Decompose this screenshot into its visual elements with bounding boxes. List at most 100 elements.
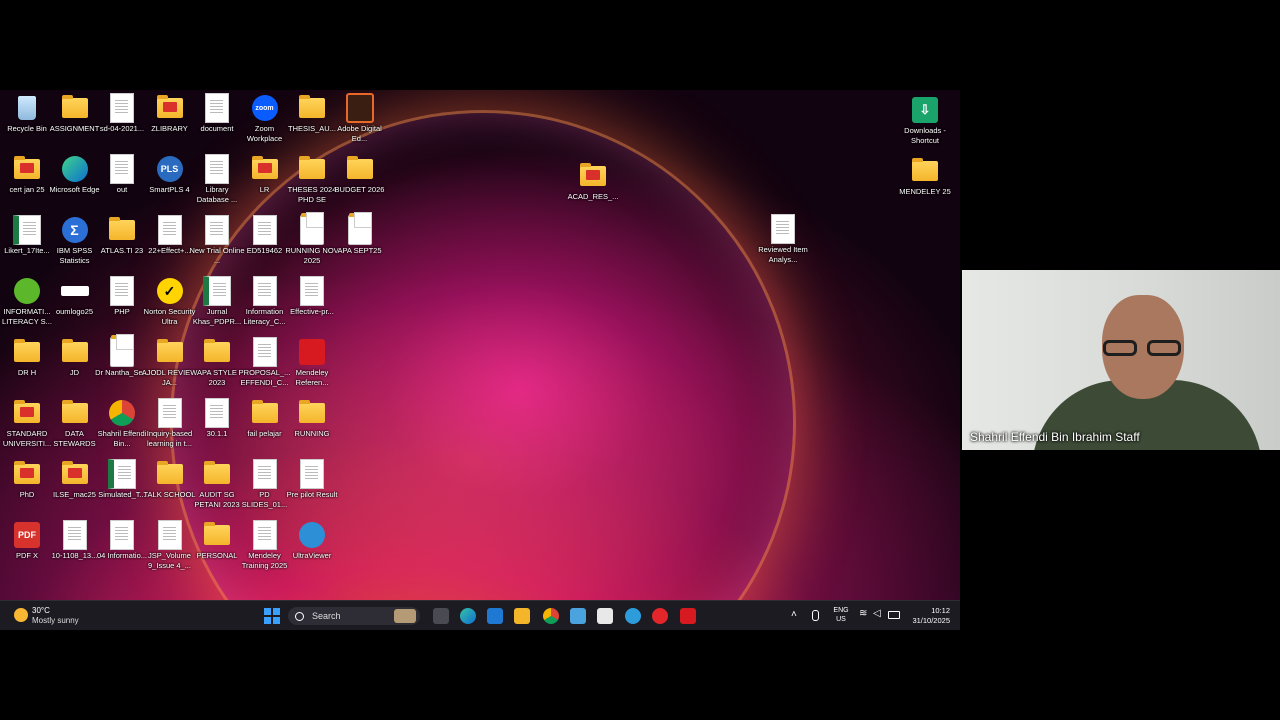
search-highlight-icon — [394, 609, 416, 623]
desktop-icon-label: UltraViewer — [292, 551, 332, 560]
desktop-icon[interactable]: ZLIBRARY — [143, 94, 197, 152]
desktop-icon[interactable]: Pre pilot Result — [285, 459, 339, 518]
red-app-icon[interactable] — [652, 608, 668, 624]
document-icon — [252, 215, 277, 245]
desktop-icon[interactable]: MENDELEY 25 — [898, 157, 952, 215]
desktop-icon[interactable]: Information Literacy_C... — [238, 276, 292, 335]
desktop-icon[interactable]: Mendeley Referen... — [285, 338, 339, 396]
edge-icon — [61, 156, 88, 182]
document-icon — [205, 93, 229, 123]
participant-video[interactable]: Shahril Effendi Bin Ibrahim Staff — [962, 270, 1280, 450]
desktop-icon[interactable]: PD SLIDES_01... — [238, 459, 292, 518]
folder-icon — [204, 339, 230, 362]
taskbar-search[interactable]: Search — [288, 607, 420, 625]
desktop-icon[interactable]: Mendeley Training 2025 — [238, 520, 292, 579]
folder-icon — [61, 95, 88, 118]
desktop-icon[interactable]: ⇩ Downloads - Shortcut — [898, 96, 952, 154]
desktop-icon[interactable]: APA SEPT25 — [333, 212, 387, 274]
desktop-icon[interactable]: Σ IBM SPSS Statistics — [48, 216, 102, 274]
icon-glyph — [203, 93, 231, 123]
desktop-icon[interactable]: ASSIGNMENT — [48, 94, 102, 152]
desktop-icon[interactable]: cert jan 25 — [0, 155, 54, 213]
desktop-icon[interactable]: PhD — [0, 460, 54, 518]
icon-glyph — [251, 215, 279, 245]
desktop-icon[interactable]: RUNNING NOV 2025 — [285, 212, 339, 274]
desktop-icon-label: Adobe Digital Ed... — [337, 124, 382, 143]
chrome-icon[interactable] — [543, 608, 559, 624]
icon-glyph — [61, 94, 89, 122]
microphone-icon[interactable] — [812, 610, 819, 621]
store-icon[interactable] — [487, 608, 503, 624]
document-icon — [205, 154, 229, 184]
desktop-icon[interactable]: BUDGET 2026 — [333, 155, 387, 213]
windows-icon — [264, 608, 280, 624]
desktop-icon[interactable]: INFORMATI... LITERACY S... — [0, 277, 54, 335]
ultraviewer-taskbar-icon[interactable] — [625, 608, 641, 624]
desktop-icon[interactable]: Recycle Bin — [0, 94, 54, 152]
document-icon — [157, 520, 182, 550]
folder-icon — [14, 339, 40, 362]
desktop-icon[interactable]: JD — [48, 338, 102, 396]
icon-glyph: PLS — [156, 155, 184, 183]
icon-glyph — [13, 155, 41, 183]
folder-icon — [912, 158, 938, 181]
weather-widget[interactable]: 30°C Mostly sunny — [12, 605, 92, 627]
calculator-icon[interactable] — [597, 608, 613, 624]
desktop-icon[interactable]: JSP_Volume 9_Issue 4_... — [143, 520, 197, 579]
desktop-icon[interactable]: sd-04-2021... — [95, 93, 149, 152]
language-indicator[interactable]: ENG US — [830, 606, 852, 624]
desktop-icon[interactable]: 30.1.1 — [190, 398, 244, 457]
icon-glyph — [108, 216, 136, 244]
desktop-icon-label: ACAD_RES_... — [567, 192, 619, 201]
search-icon — [295, 611, 304, 621]
icon-glyph — [298, 155, 326, 183]
file-explorer-icon[interactable] — [514, 608, 530, 624]
icon-glyph — [345, 93, 374, 123]
desktop-icon[interactable]: ILSE_mac25 — [48, 460, 102, 518]
desktop-icon[interactable]: ACAD_RES_... — [566, 162, 620, 220]
desktop-icon[interactable]: oumlogo25 — [48, 277, 102, 335]
icon-glyph — [61, 520, 89, 550]
desktop-icon[interactable]: fail pelajar — [238, 399, 292, 457]
desktop-icon[interactable]: Library Database ... — [190, 154, 244, 213]
desktop-icon[interactable]: zoom Zoom Workplace — [238, 94, 292, 152]
edge-icon[interactable] — [460, 608, 476, 624]
wifi-icon[interactable]: ≋ — [859, 608, 867, 619]
desktop-icon[interactable]: ATLAS.TI 23 — [95, 216, 149, 274]
document-icon — [300, 459, 324, 489]
chevron-up-icon[interactable]: ˄ — [791, 609, 797, 620]
desktop-icon[interactable]: Simulated_T... — [95, 459, 149, 518]
folder-icon — [156, 339, 183, 362]
desktop-icon-label: APA SEPT25 — [337, 246, 382, 255]
icon-glyph — [13, 338, 41, 366]
notepad-icon[interactable] — [570, 608, 586, 624]
desktop-icon[interactable]: Inquiry-based learning in t... — [143, 398, 197, 457]
desktop-icon[interactable]: Effective-pr... — [285, 276, 339, 335]
icon-glyph — [108, 93, 136, 123]
desktop-icon[interactable]: RUNNING — [285, 399, 339, 457]
desktop-icon[interactable]: THESES 2024 PHD SE — [285, 155, 339, 213]
weather-desc: Mostly sunny — [32, 616, 79, 625]
icon-glyph — [156, 338, 184, 366]
desktop-icon[interactable]: Reviewed Item Analys... — [756, 214, 810, 273]
desktop-icon[interactable]: UltraViewer — [285, 521, 339, 579]
mendeley-taskbar-icon[interactable] — [680, 608, 696, 624]
desktop-icon[interactable]: DR H — [0, 338, 54, 396]
icon-glyph — [203, 215, 231, 245]
icon-glyph — [156, 460, 184, 488]
spss-icon: Σ — [61, 217, 88, 243]
volume-icon[interactable]: ◁ — [873, 608, 881, 619]
folder-icon — [251, 400, 278, 423]
start-button[interactable] — [264, 608, 280, 624]
desktop-icon[interactable]: New Trial Online ... — [189, 215, 245, 274]
task-view-icon[interactable] — [433, 608, 449, 624]
desktop-icon[interactable]: PDF PDF X — [0, 521, 54, 579]
clock[interactable]: 10:12 31/10/2025 — [904, 606, 950, 626]
desktop-icon[interactable]: 10-1108_13... — [48, 520, 102, 579]
desktop-icon[interactable]: Microsoft Edge — [48, 155, 102, 213]
folder-icon — [299, 156, 325, 179]
battery-icon[interactable] — [888, 611, 900, 619]
icon-glyph — [108, 276, 136, 306]
desktop-icon[interactable]: out — [95, 154, 149, 213]
desktop-icon[interactable]: Adobe Digital Ed... — [333, 93, 387, 152]
